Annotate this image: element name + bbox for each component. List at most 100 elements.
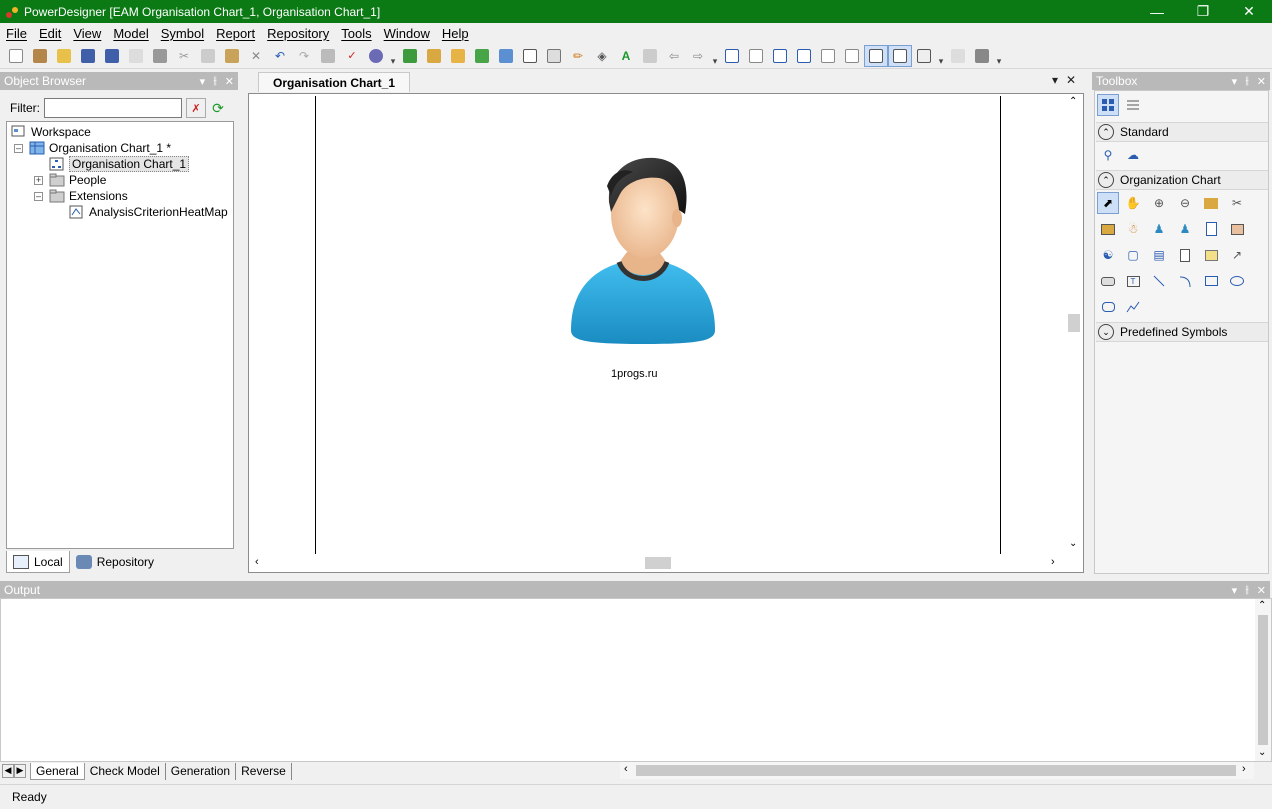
tab-organisation-chart[interactable]: Organisation Chart_1 [258, 72, 411, 92]
delete-icon[interactable]: ✕ [244, 45, 268, 67]
close-icon[interactable]: ✕ [1226, 0, 1272, 23]
toolbar-overflow-icon[interactable]: ▾ [388, 45, 398, 67]
tab-general[interactable]: General [30, 762, 85, 780]
back-icon[interactable]: ⇦ [662, 45, 686, 67]
tree-item-people[interactable]: People [49, 172, 106, 188]
role-tool-icon[interactable]: ☃ [1122, 218, 1144, 240]
delete-tool-icon[interactable]: ✂ [1226, 192, 1248, 214]
tab-repository[interactable]: Repository [70, 551, 160, 573]
paste-icon[interactable] [220, 45, 244, 67]
open-icon[interactable] [52, 45, 76, 67]
clear-filter-icon[interactable]: ✗ [186, 98, 206, 118]
organization-unit-icon[interactable] [1097, 218, 1119, 240]
tree-item-extensions[interactable]: Extensions [49, 188, 128, 204]
panel-close-icon[interactable]: ✕ [1257, 584, 1266, 597]
grabber-tool-icon[interactable]: ✋ [1122, 192, 1144, 214]
reporting-tool-icon[interactable]: ▤ [1148, 244, 1170, 266]
forward-icon[interactable]: ⇨ [686, 45, 710, 67]
horizontal-scroll-thumb[interactable] [645, 557, 671, 569]
line-style-icon[interactable]: ✏ [566, 45, 590, 67]
line-tool-icon[interactable] [1148, 270, 1170, 292]
tree-item-model[interactable]: Organisation Chart_1 * [29, 140, 171, 156]
restore-icon[interactable]: ❐ [1180, 0, 1226, 23]
save-icon[interactable] [76, 45, 100, 67]
scroll-down-icon[interactable]: ⌄ [1069, 538, 1077, 549]
output-vertical-scrollbar[interactable]: ⌃ ⌄ [1255, 599, 1271, 761]
tab-reverse[interactable]: Reverse [236, 762, 292, 780]
layout-2-icon[interactable] [744, 45, 768, 67]
scroll-down-icon[interactable]: ⌄ [1258, 747, 1266, 758]
freeform-tool-icon[interactable]: ☁ [1122, 144, 1144, 166]
tab-generation[interactable]: Generation [166, 762, 237, 780]
collapse-icon[interactable]: – [34, 192, 43, 201]
check-model-icon[interactable]: ✓ [340, 45, 364, 67]
menu-repository[interactable]: Repository [261, 26, 335, 41]
package-tool-icon[interactable] [1097, 270, 1119, 292]
output-horizontal-scrollbar[interactable]: ‹ › [620, 762, 1254, 779]
zoom-tool-icon[interactable]: ⚲ [1097, 144, 1119, 166]
file-tool-icon[interactable] [1174, 244, 1196, 266]
import-icon[interactable] [446, 45, 470, 67]
tree-item-heatmap[interactable]: AnalysisCriterionHeatMap [69, 204, 228, 220]
layout-4-icon[interactable] [792, 45, 816, 67]
print-icon[interactable] [148, 45, 172, 67]
section-standard[interactable]: ⌃ Standard [1096, 122, 1268, 142]
canvas-horizontal-scrollbar[interactable]: ‹ › [249, 554, 1065, 572]
menu-window[interactable]: Window [378, 26, 436, 41]
toolbar-overflow-icon[interactable]: ▾ [994, 45, 1004, 67]
person-symbol[interactable] [563, 152, 723, 355]
scroll-right-icon[interactable]: › [1242, 763, 1246, 775]
tab-local[interactable]: Local [6, 551, 70, 573]
association-tool-icon[interactable]: ↗ [1226, 244, 1248, 266]
filter-input[interactable] [44, 98, 182, 118]
large-icons-view-icon[interactable] [1097, 94, 1119, 116]
zoom-out-tool-icon[interactable]: ⊖ [1174, 192, 1196, 214]
polyline-tool-icon[interactable] [1122, 296, 1144, 318]
ellipse-tool-icon[interactable] [1226, 270, 1248, 292]
repository-icon[interactable] [364, 45, 388, 67]
document-list-icon[interactable]: ▾ [1052, 73, 1058, 87]
menu-file[interactable]: File [0, 26, 33, 41]
fill-icon[interactable]: ◈ [590, 45, 614, 67]
document-tool-icon[interactable] [1200, 218, 1222, 240]
menu-model[interactable]: Model [107, 26, 154, 41]
find-icon[interactable] [946, 45, 970, 67]
vertical-scroll-thumb[interactable] [1068, 314, 1080, 332]
tree-item-diagram[interactable]: Organisation Chart_1 [49, 156, 190, 172]
panel-close-icon[interactable]: ✕ [1257, 75, 1266, 88]
list-view-icon[interactable] [912, 45, 936, 67]
output-text-area[interactable]: ⌃ ⌄ [0, 598, 1272, 762]
properties-icon[interactable] [316, 45, 340, 67]
document-close-icon[interactable]: ✕ [1066, 73, 1076, 87]
layout-3-icon[interactable] [768, 45, 792, 67]
scroll-up-icon[interactable]: ⌃ [1258, 600, 1266, 611]
person-tool-icon[interactable]: ♟ [1148, 218, 1170, 240]
font-icon[interactable]: A [614, 45, 638, 67]
new-project-icon[interactable] [28, 45, 52, 67]
output-scroll-thumb[interactable] [1258, 615, 1268, 745]
save-all-icon[interactable] [100, 45, 124, 67]
list-icons-view-icon[interactable] [1122, 94, 1144, 116]
toolbar-overflow-icon[interactable]: ▾ [936, 45, 946, 67]
tab-scroll-left-icon[interactable]: ◀ [2, 764, 14, 778]
layout-1-icon[interactable] [720, 45, 744, 67]
scroll-left-icon[interactable]: ‹ [255, 556, 259, 568]
panel-menu-icon[interactable]: ▾ [1232, 584, 1238, 597]
print-preview-icon[interactable] [124, 45, 148, 67]
panel-close-icon[interactable]: ✕ [225, 75, 234, 88]
panel-menu-icon[interactable]: ▾ [200, 75, 206, 88]
refresh-filter-icon[interactable]: ⟳ [208, 98, 228, 118]
pointer-tool-icon[interactable]: ⬈ [1097, 192, 1119, 214]
output-hscroll-thumb[interactable] [636, 765, 1236, 776]
menu-view[interactable]: View [67, 26, 107, 41]
open-diagram-tool-icon[interactable] [1200, 192, 1222, 214]
menu-report[interactable]: Report [210, 26, 261, 41]
text-tool-icon[interactable]: T [1122, 270, 1144, 292]
zoom-view-icon[interactable] [864, 44, 888, 67]
site-tool-icon[interactable] [1226, 218, 1248, 240]
note-tool-icon[interactable] [1200, 244, 1222, 266]
tree-item-workspace[interactable]: Workspace [11, 124, 91, 140]
menu-edit[interactable]: Edit [33, 26, 67, 41]
layout-6-icon[interactable] [840, 45, 864, 67]
hierarchy-tool-icon[interactable]: ☯ [1097, 244, 1119, 266]
